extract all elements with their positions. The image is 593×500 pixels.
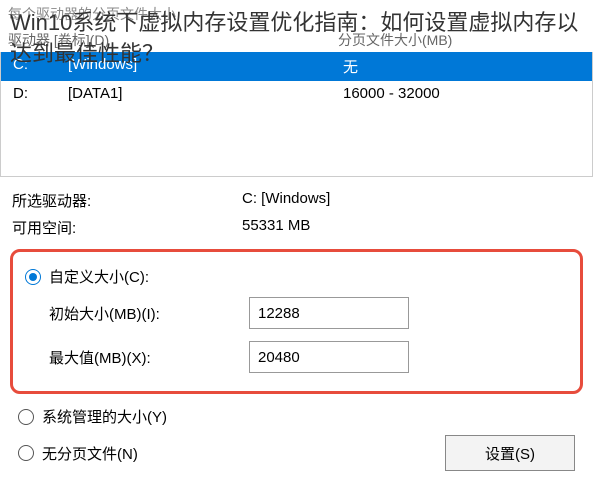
section-header: 每个驱动器的分页文件大小	[0, 0, 593, 28]
initial-size-input[interactable]	[249, 297, 409, 329]
radio-no-pagefile-label: 无分页文件(N)	[42, 443, 138, 464]
free-space-label: 可用空间:	[12, 217, 242, 238]
drive-label: [Windows]	[68, 56, 343, 77]
drive-row-d[interactable]: D: [DATA1] 16000 - 32000	[1, 81, 592, 106]
drive-row-c[interactable]: C: [Windows] 无	[1, 52, 592, 81]
radio-icon	[18, 445, 34, 461]
radio-custom-size[interactable]: 自定义大小(C):	[25, 262, 568, 291]
max-size-input[interactable]	[249, 341, 409, 373]
initial-size-label: 初始大小(MB)(I):	[49, 303, 249, 324]
drive-info: 所选驱动器: C: [Windows] 可用空间: 55331 MB	[0, 177, 593, 247]
pagefile-options: 系统管理的大小(Y) 无分页文件(N) 设置(S)	[0, 402, 593, 475]
free-space-value: 55331 MB	[242, 217, 581, 238]
radio-icon	[25, 269, 41, 285]
column-header-drive: 驱动器 [卷标](D)	[8, 30, 338, 50]
column-header-pagefile: 分页文件大小(MB)	[338, 30, 585, 50]
radio-system-managed-label: 系统管理的大小(Y)	[42, 406, 167, 427]
drive-letter: C:	[13, 56, 68, 77]
max-size-label: 最大值(MB)(X):	[49, 347, 249, 368]
radio-system-managed[interactable]: 系统管理的大小(Y)	[18, 402, 575, 431]
radio-icon	[18, 409, 34, 425]
drive-pagefile-size: 无	[343, 56, 580, 77]
selected-drive-value: C: [Windows]	[242, 190, 581, 211]
radio-custom-size-label: 自定义大小(C):	[49, 266, 149, 287]
table-empty-space	[1, 106, 592, 176]
drive-list: C: [Windows] 无 D: [DATA1] 16000 - 32000	[0, 52, 593, 177]
drive-letter: D:	[13, 85, 68, 102]
drive-label: [DATA1]	[68, 85, 343, 102]
custom-size-highlight-box: 自定义大小(C): 初始大小(MB)(I): 最大值(MB)(X):	[10, 249, 583, 394]
radio-no-pagefile[interactable]: 无分页文件(N)	[18, 439, 138, 468]
selected-drive-label: 所选驱动器:	[12, 190, 242, 211]
set-button[interactable]: 设置(S)	[445, 435, 575, 471]
drive-pagefile-size: 16000 - 32000	[343, 85, 580, 102]
drive-table-header: 驱动器 [卷标](D) 分页文件大小(MB)	[0, 28, 593, 52]
